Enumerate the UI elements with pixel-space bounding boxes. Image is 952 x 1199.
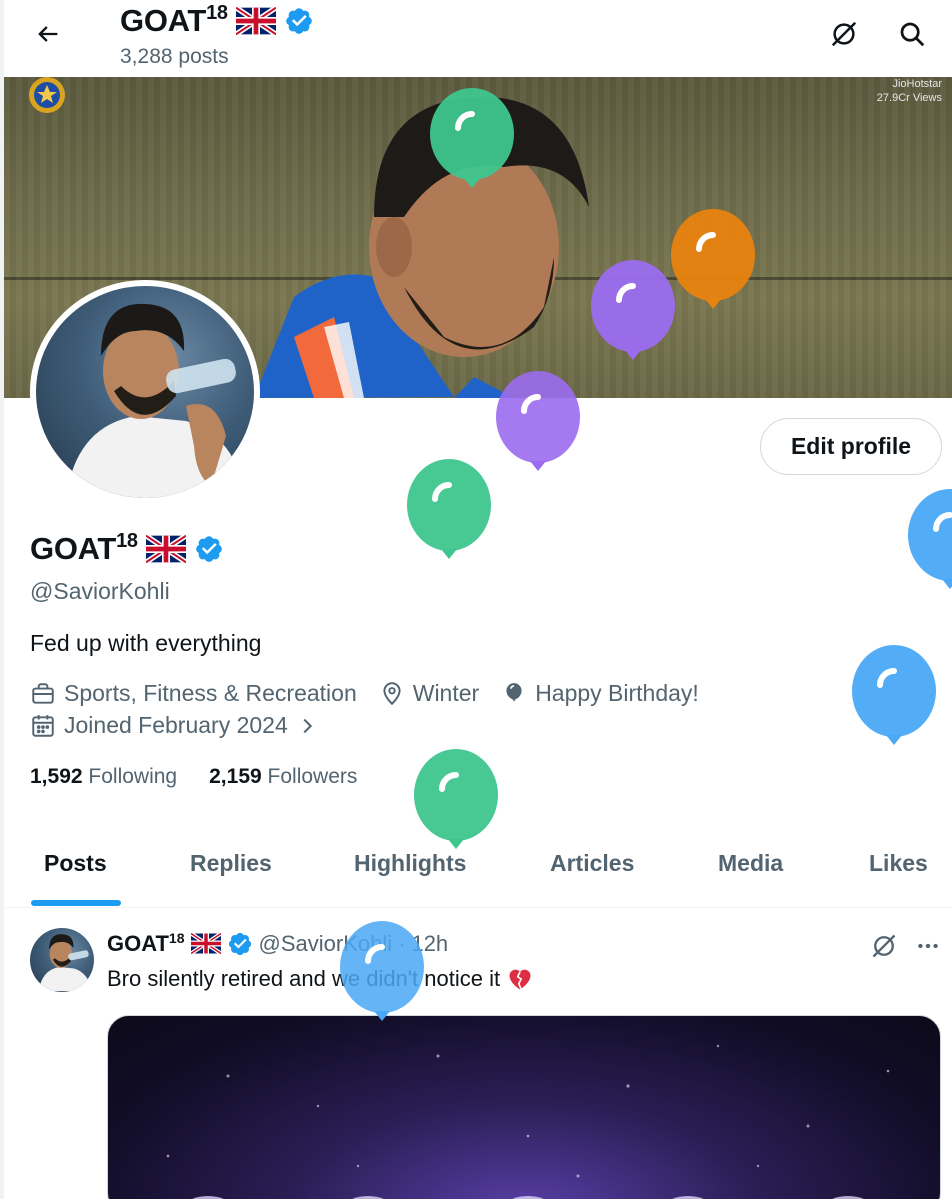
profile-joined[interactable]: Joined February 2024 [30, 712, 318, 739]
profile-handle: @SaviorKohli [30, 578, 170, 604]
balloon-decoration [908, 489, 952, 589]
post-media-video[interactable] [107, 1015, 941, 1199]
tab-media[interactable]: Media [718, 850, 783, 877]
avatar-photo [66, 303, 246, 498]
tab-posts[interactable]: Posts [44, 850, 107, 877]
profile-meta-row: Sports, Fitness & Recreation Winter Happ… [30, 680, 721, 707]
edit-profile-button[interactable]: Edit profile [760, 418, 942, 475]
profile-display-name: GOAT18 [30, 530, 138, 566]
profile-tabs: Posts Replies Highlights Articles Media … [4, 822, 952, 908]
post-header: GOAT18 @SaviorKohli · 12h [107, 930, 448, 957]
broadcast-watermark: JioHotstar 27.9Cr Views [876, 78, 942, 104]
uk-flag-icon [190, 933, 221, 954]
grok-icon [831, 21, 857, 47]
tab-likes[interactable]: Likes [869, 850, 928, 877]
post-more-button[interactable] [910, 928, 946, 964]
search-button[interactable] [892, 14, 932, 54]
briefcase-icon [32, 682, 54, 704]
balloon-icon [506, 682, 522, 702]
balloon-decoration [852, 645, 936, 745]
verified-badge-icon[interactable] [194, 534, 224, 564]
post-avatar[interactable] [30, 928, 94, 992]
header-post-count: 3,288 posts [120, 45, 229, 68]
location-pin-icon [383, 681, 401, 705]
post-separator: · [398, 930, 406, 956]
balloon-decoration [407, 459, 491, 559]
post-grok-button[interactable] [866, 928, 902, 964]
bcci-logo [24, 77, 70, 117]
followers-link[interactable]: 2,159 Followers [209, 765, 357, 789]
tab-replies[interactable]: Replies [190, 850, 272, 877]
grok-button[interactable] [824, 14, 864, 54]
search-icon [900, 22, 925, 47]
profile-birthday: Happy Birthday! [501, 680, 699, 707]
back-button[interactable] [28, 14, 68, 54]
post-author-handle[interactable]: @SaviorKohli [259, 931, 393, 957]
post-author-name[interactable]: GOAT18 [107, 930, 185, 957]
following-link[interactable]: 1,592 Following [30, 765, 177, 789]
profile-location: Winter [379, 680, 479, 707]
post-media-image [166, 1044, 890, 1199]
verified-badge-icon[interactable] [284, 6, 314, 36]
post-avatar-photo [38, 934, 92, 992]
broken-heart-emoji [509, 969, 531, 990]
profile-name-row: GOAT18 [30, 530, 224, 567]
post-text: Bro silently retired and we didn't notic… [107, 965, 534, 993]
more-dots-icon [918, 943, 938, 949]
uk-flag-icon [235, 6, 276, 35]
profile-avatar[interactable] [30, 280, 260, 504]
post-timestamp[interactable]: 12h [411, 931, 448, 957]
uk-flag-icon [145, 534, 186, 563]
header-title-row: GOAT18 [120, 2, 314, 39]
banner-cricketer-image [254, 97, 589, 398]
calendar-icon [32, 714, 54, 737]
profile-bio: Fed up with everything [30, 630, 262, 656]
top-bar: GOAT18 3,288 posts [4, 0, 952, 77]
arrow-left-icon [38, 26, 58, 42]
active-tab-indicator [31, 900, 121, 906]
profile-category: Sports, Fitness & Recreation [30, 680, 357, 707]
header-display-name: GOAT18 [120, 2, 228, 38]
verified-badge-icon[interactable] [227, 931, 253, 957]
tab-highlights[interactable]: Highlights [354, 850, 466, 877]
tab-articles[interactable]: Articles [550, 850, 634, 877]
chevron-right-icon [303, 718, 312, 733]
grok-icon [872, 934, 896, 958]
follow-stats: 1,592 Following 2,159 Followers [30, 765, 357, 789]
